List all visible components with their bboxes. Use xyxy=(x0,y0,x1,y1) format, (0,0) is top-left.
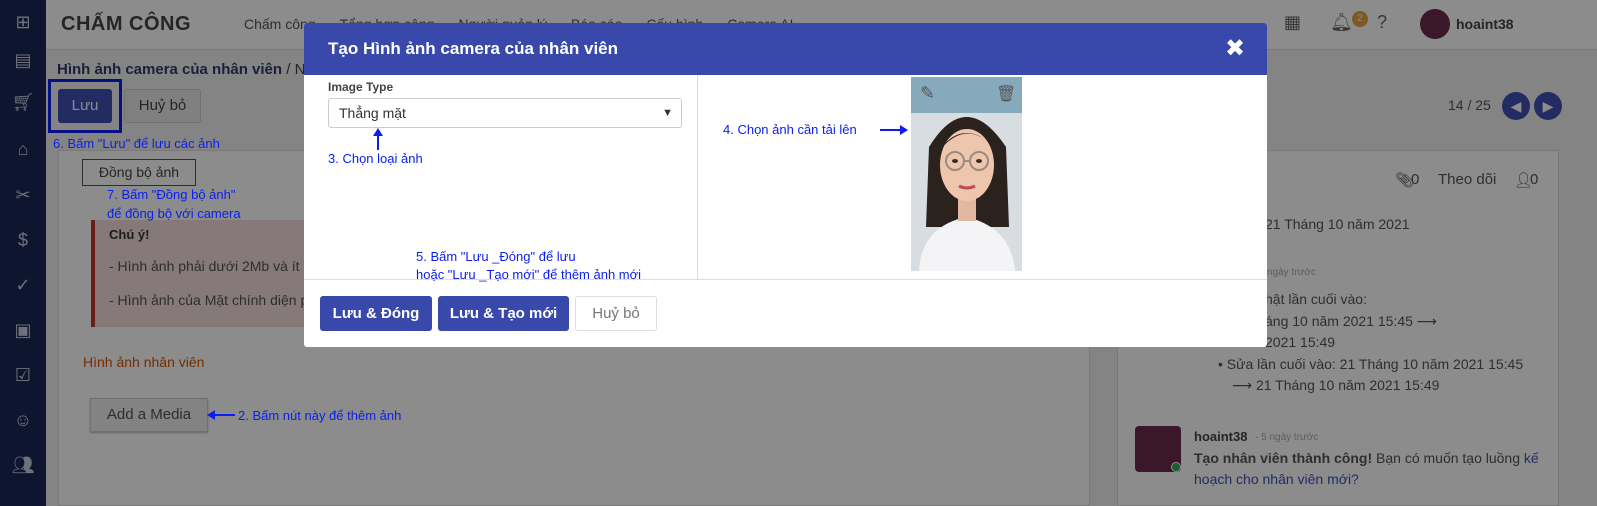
annotation-arrow-up-icon xyxy=(373,128,383,150)
annotation-step-5-line1: 5. Bấm "Lưu _Đóng" để lưu xyxy=(416,249,576,264)
close-icon[interactable]: ✖ xyxy=(1225,35,1245,63)
annotation-arrow-left-icon xyxy=(207,410,235,420)
annotation-arrow-right-icon xyxy=(880,125,908,135)
annotation-step-2: 2. Bấm nút này để thêm ảnh xyxy=(238,408,402,423)
image-type-select[interactable]: Thẳng mặt ▼ xyxy=(328,98,682,128)
trash-icon[interactable]: 🗑︎ xyxy=(996,84,1016,104)
annotation-step-7-line1: 7. Bấm "Đồng bộ ảnh" xyxy=(107,187,236,202)
annotation-step-6: 6. Bấm "Lưu" để lưu các ảnh xyxy=(53,136,220,151)
image-type-label: Image Type xyxy=(328,80,394,94)
annotation-step-7-line2: để đồng bộ với camera xyxy=(107,206,241,221)
chevron-down-icon: ▼ xyxy=(662,107,673,119)
cancel-button[interactable]: Huỷ bỏ xyxy=(575,296,657,331)
annotation-step-4: 4. Chọn ảnh cần tải lên xyxy=(723,122,857,137)
save-close-button[interactable]: Lưu & Đóng xyxy=(320,296,432,331)
employee-photo[interactable]: ✎ 🗑︎ xyxy=(911,77,1022,271)
image-type-value: Thẳng mặt xyxy=(339,105,406,121)
pencil-icon[interactable]: ✎ xyxy=(920,83,935,104)
create-image-dialog: Tạo Hình ảnh camera của nhân viên ✖ Imag… xyxy=(304,23,1267,347)
save-new-button[interactable]: Lưu & Tạo mới xyxy=(438,296,569,331)
annotation-step-3: 3. Chọn loại ảnh xyxy=(328,151,423,166)
annotation-step-5-line2: hoặc "Lưu _Tạo mới" để thêm ảnh mới xyxy=(416,267,642,282)
column-divider xyxy=(697,75,698,279)
dialog-header: Tạo Hình ảnh camera của nhân viên ✖ xyxy=(304,23,1267,75)
dialog-title: Tạo Hình ảnh camera của nhân viên xyxy=(328,39,619,58)
